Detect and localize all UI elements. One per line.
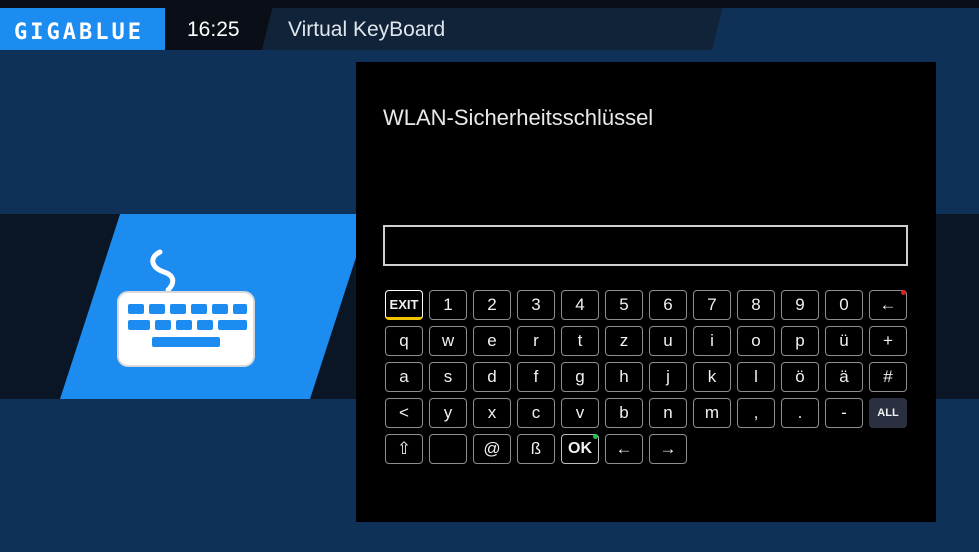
virtual-keyboard: EXIT 1 2 3 4 5 6 7 8 9 0 ← q w e r t z u… bbox=[385, 290, 915, 470]
window-title: Virtual KeyBoard bbox=[288, 18, 446, 41]
green-button-indicator bbox=[593, 434, 598, 439]
key-u-umlaut[interactable]: ü bbox=[825, 326, 863, 356]
shift-icon: ⇧ bbox=[396, 439, 412, 458]
key-x[interactable]: x bbox=[473, 398, 511, 428]
key-f[interactable]: f bbox=[517, 362, 555, 392]
key-5[interactable]: 5 bbox=[605, 290, 643, 320]
key-at[interactable]: @ bbox=[473, 434, 511, 464]
key-k[interactable]: k bbox=[693, 362, 731, 392]
key-h[interactable]: h bbox=[605, 362, 643, 392]
key-c[interactable]: c bbox=[517, 398, 555, 428]
key-4[interactable]: 4 bbox=[561, 290, 599, 320]
ok-label: OK bbox=[568, 440, 592, 457]
key-d[interactable]: d bbox=[473, 362, 511, 392]
key-l[interactable]: l bbox=[737, 362, 775, 392]
key-0[interactable]: 0 bbox=[825, 290, 863, 320]
key-n[interactable]: n bbox=[649, 398, 687, 428]
key-y[interactable]: y bbox=[429, 398, 467, 428]
key-a-umlaut[interactable]: ä bbox=[825, 362, 863, 392]
key-minus[interactable]: - bbox=[825, 398, 863, 428]
key-less-than[interactable]: < bbox=[385, 398, 423, 428]
key-p[interactable]: p bbox=[781, 326, 819, 356]
top-bar-tail bbox=[700, 8, 979, 50]
backspace-key[interactable]: ← bbox=[869, 290, 907, 320]
key-hash[interactable]: # bbox=[869, 362, 907, 392]
key-6[interactable]: 6 bbox=[649, 290, 687, 320]
key-9[interactable]: 9 bbox=[781, 290, 819, 320]
key-w[interactable]: w bbox=[429, 326, 467, 356]
key-8[interactable]: 8 bbox=[737, 290, 775, 320]
key-plus[interactable]: + bbox=[869, 326, 907, 356]
key-u[interactable]: u bbox=[649, 326, 687, 356]
key-j[interactable]: j bbox=[649, 362, 687, 392]
key-z[interactable]: z bbox=[605, 326, 643, 356]
key-b[interactable]: b bbox=[605, 398, 643, 428]
key-t[interactable]: t bbox=[561, 326, 599, 356]
key-e[interactable]: e bbox=[473, 326, 511, 356]
logo: GIGABLUE bbox=[0, 8, 165, 50]
key-all[interactable]: ALL bbox=[869, 398, 907, 428]
key-q[interactable]: q bbox=[385, 326, 423, 356]
space-key[interactable] bbox=[429, 434, 467, 464]
key-g[interactable]: g bbox=[561, 362, 599, 392]
arrow-right-icon: → bbox=[659, 439, 677, 458]
keyboard-icon bbox=[112, 246, 262, 371]
dialog-prompt: WLAN-Sicherheitsschlüssel bbox=[383, 105, 654, 130]
key-o[interactable]: o bbox=[737, 326, 775, 356]
key-exit[interactable]: EXIT bbox=[385, 290, 423, 320]
ok-key[interactable]: OK bbox=[561, 434, 599, 464]
key-v[interactable]: v bbox=[561, 398, 599, 428]
clock: 16:25 bbox=[187, 18, 240, 41]
key-1[interactable]: 1 bbox=[429, 290, 467, 320]
arrow-left-icon: ← bbox=[615, 439, 633, 458]
key-r[interactable]: r bbox=[517, 326, 555, 356]
red-button-indicator bbox=[901, 290, 906, 295]
key-i[interactable]: i bbox=[693, 326, 731, 356]
logo-text: GIGABLUE bbox=[14, 20, 144, 45]
shift-key[interactable]: ⇧ bbox=[385, 434, 423, 464]
cursor-left-key[interactable]: ← bbox=[605, 434, 643, 464]
cursor-right-key[interactable]: → bbox=[649, 434, 687, 464]
key-period[interactable]: . bbox=[781, 398, 819, 428]
key-o-umlaut[interactable]: ö bbox=[781, 362, 819, 392]
key-comma[interactable]: , bbox=[737, 398, 775, 428]
key-a[interactable]: a bbox=[385, 362, 423, 392]
key-m[interactable]: m bbox=[693, 398, 731, 428]
key-2[interactable]: 2 bbox=[473, 290, 511, 320]
key-7[interactable]: 7 bbox=[693, 290, 731, 320]
key-eszett[interactable]: ß bbox=[517, 434, 555, 464]
password-input[interactable] bbox=[383, 225, 908, 266]
backspace-icon: ← bbox=[879, 295, 897, 314]
key-s[interactable]: s bbox=[429, 362, 467, 392]
key-3[interactable]: 3 bbox=[517, 290, 555, 320]
